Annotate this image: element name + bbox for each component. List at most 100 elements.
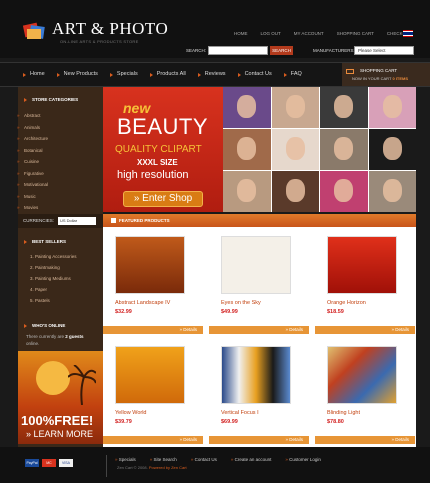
bestseller-item[interactable]: 2. Paintmaking [30, 262, 77, 273]
product-details-bar: Details [315, 436, 415, 444]
photo-tile [223, 87, 271, 128]
enter-shop-button[interactable]: » Enter Shop [123, 191, 203, 207]
footer: PayPal MC VISA Specials Site Search Cont… [0, 447, 430, 483]
photo-tile [271, 171, 319, 212]
manufacturers-select[interactable]: Please Select [354, 46, 414, 55]
category-item[interactable]: Music [17, 191, 48, 203]
banner-photo-grid [223, 87, 416, 212]
product-image[interactable] [327, 346, 397, 404]
logo-tagline: ON-LINE ARTS & PRODUCTS STORE [60, 39, 139, 44]
palm-tree-icon [68, 365, 96, 405]
top-link-logout[interactable]: LOG OUT [257, 31, 285, 36]
details-link[interactable]: Details [391, 436, 409, 444]
product-card[interactable]: Yellow World $39.79 Details [103, 337, 207, 445]
cart-icon [346, 69, 354, 74]
category-item[interactable]: Movies [17, 202, 48, 214]
footer-link-specials[interactable]: Specials [115, 457, 136, 462]
page: ART & PHOTO ON-LINE ARTS & PRODUCTS STOR… [0, 0, 430, 483]
top-link-account[interactable]: MY ACCOUNT [290, 31, 328, 36]
bestseller-item[interactable]: 1. Painting Accessories [30, 251, 77, 262]
photo-tile [320, 171, 368, 212]
category-item[interactable]: Architecture [17, 133, 48, 145]
product-card[interactable]: Eyes on the Sky $49.99 Details [209, 227, 313, 335]
nav-specials[interactable]: Specials [105, 63, 145, 86]
category-item[interactable]: Cuisine [17, 156, 48, 168]
photo-tile [271, 87, 319, 128]
product-details-bar: Details [209, 326, 309, 334]
photo-tile [368, 87, 416, 128]
shopping-cart-box[interactable]: SHOPPING CART NOW IN YOUR CART 0 ITEMS [342, 63, 430, 86]
product-price: $18.59 [327, 309, 344, 315]
hero-banner[interactable]: new BEAUTY QUALITY CLIPART XXXL SIZE hig… [103, 87, 416, 212]
photo-tile [320, 129, 368, 170]
product-details-bar: Details [103, 436, 203, 444]
bestsellers-list: 1. Painting Accessories 2. Paintmaking 3… [30, 251, 77, 306]
cart-count: 0 ITEMS [392, 76, 409, 81]
cart-status: NOW IN YOUR CART 0 ITEMS [352, 76, 409, 81]
product-name[interactable]: Eyes on the Sky [221, 300, 261, 306]
product-price: $78.80 [327, 419, 344, 425]
product-card[interactable]: Vertical Focus I $69.99 Details [209, 337, 313, 445]
product-image[interactable] [221, 236, 291, 294]
category-item[interactable]: Botanical [17, 145, 48, 157]
free-ad-banner[interactable]: 100%FREE! » LEARN MORE [18, 351, 103, 444]
search-button[interactable]: SEARCH [270, 46, 293, 55]
whos-online-title: WHO'S ONLINE [18, 319, 103, 333]
category-item[interactable]: Abstract [17, 110, 48, 122]
details-link[interactable]: Details [285, 326, 303, 334]
product-card[interactable]: Blinding Light $78.80 Details [315, 337, 419, 445]
product-card[interactable]: Abstract Landscape IV $32.99 Details [103, 227, 207, 335]
guest-count: 2 guests [65, 334, 84, 339]
product-image[interactable] [115, 236, 185, 294]
top-links: HOME LOG OUT MY ACCOUNT SHOPPING CART CH… [230, 31, 416, 36]
nav-home[interactable]: Home [18, 63, 52, 86]
product-card[interactable]: Orange Horizon $18.59 Details [315, 227, 419, 335]
visa-icon: VISA [59, 459, 73, 467]
logo-icon [22, 22, 45, 39]
product-image[interactable] [327, 236, 397, 294]
logo-title[interactable]: ART & PHOTO [52, 19, 168, 39]
nav-contact-us[interactable]: Contact Us [233, 63, 279, 86]
product-details-bar: Details [209, 436, 309, 444]
search-label: SEARCH: [186, 48, 207, 53]
bestseller-item[interactable]: 4. Paper [30, 284, 77, 295]
ad-learn-more[interactable]: » LEARN MORE [26, 429, 93, 439]
top-link-home[interactable]: HOME [230, 31, 252, 36]
product-image[interactable] [221, 346, 291, 404]
bestseller-item[interactable]: 5. Pastels [30, 295, 77, 306]
footer-link-site-search[interactable]: Site Search [150, 457, 177, 462]
product-name[interactable]: Abstract Landscape IV [115, 300, 170, 306]
product-name[interactable]: Vertical Focus I [221, 410, 259, 416]
header: ART & PHOTO ON-LINE ARTS & PRODUCTS STOR… [0, 0, 430, 58]
details-link[interactable]: Details [179, 436, 197, 444]
photo-tile [223, 171, 271, 212]
nav-new-products[interactable]: New Products [52, 63, 105, 86]
mastercard-icon: MC [42, 459, 56, 467]
footer-link-login[interactable]: Customer Login [285, 457, 321, 462]
product-name[interactable]: Orange Horizon [327, 300, 366, 306]
nav-reviews[interactable]: Reviews [193, 63, 233, 86]
details-link[interactable]: Details [285, 436, 303, 444]
currency-select[interactable]: US Dollar [58, 217, 96, 225]
details-link[interactable]: Details [391, 326, 409, 334]
search-input[interactable] [208, 46, 268, 55]
category-item[interactable]: Figurative [17, 168, 48, 180]
footer-link-create-account[interactable]: Create an account [231, 457, 272, 462]
paypal-icon: PayPal [25, 459, 39, 467]
product-name[interactable]: Yellow World [115, 410, 147, 416]
top-link-cart[interactable]: SHOPPING CART [333, 31, 378, 36]
photo-tile [271, 129, 319, 170]
product-price: $69.99 [221, 419, 238, 425]
nav-products-all[interactable]: Products All [145, 63, 193, 86]
nav-faq[interactable]: FAQ [279, 63, 309, 86]
category-item[interactable]: Animals [17, 122, 48, 134]
details-link[interactable]: Details [179, 326, 197, 334]
manufacturers-label: MANUFACTURERS: [313, 48, 355, 53]
product-image[interactable] [115, 346, 185, 404]
footer-link-contact[interactable]: Contact Us [191, 457, 217, 462]
product-name[interactable]: Blinding Light [327, 410, 360, 416]
category-item[interactable]: Motivational [17, 179, 48, 191]
bestseller-item[interactable]: 3. Painting Mediums [30, 273, 77, 284]
powered-by-link[interactable]: Powered by Zen Cart [149, 465, 187, 470]
flag-uk-icon[interactable] [403, 30, 413, 37]
